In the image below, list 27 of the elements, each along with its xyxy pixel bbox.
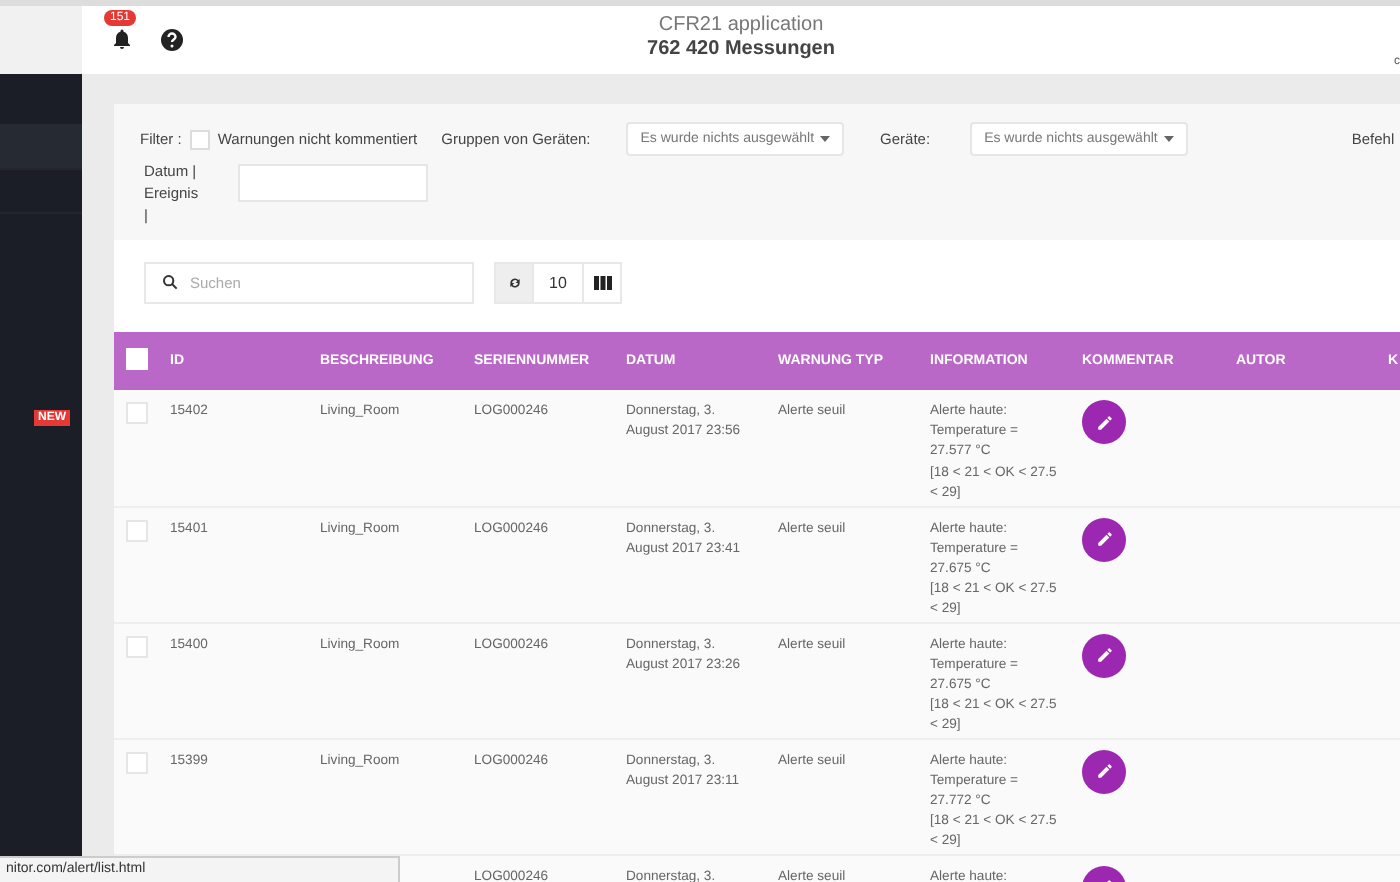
- caret-icon: [1163, 136, 1174, 142]
- edit-comment-button[interactable]: [1082, 633, 1126, 678]
- edit-comment-button[interactable]: [1082, 749, 1126, 794]
- uncommented-checkbox[interactable]: [189, 129, 210, 149]
- row-checkbox[interactable]: [126, 635, 148, 658]
- edit-comment-button[interactable]: [1082, 517, 1126, 561]
- row-checkbox[interactable]: [126, 402, 148, 424]
- edit-comment-button[interactable]: [1082, 400, 1126, 444]
- help-icon[interactable]: [160, 28, 184, 52]
- row-checkbox[interactable]: [126, 751, 148, 774]
- bell-icon[interactable]: [110, 26, 134, 52]
- measurement-count: 762 420 Messungen: [647, 38, 835, 60]
- columns-icon: [593, 276, 611, 290]
- date-field[interactable]: [238, 164, 428, 202]
- pencil-icon: [1095, 530, 1113, 548]
- search-icon: [162, 274, 178, 290]
- pencil-icon: [1095, 762, 1113, 781]
- caret-icon: [820, 136, 831, 142]
- columns-button[interactable]: [582, 262, 622, 304]
- refresh-icon: [507, 276, 521, 290]
- pencil-icon: [1095, 413, 1113, 431]
- select-all-checkbox[interactable]: [126, 348, 148, 370]
- refresh-button[interactable]: [494, 262, 534, 304]
- row-checkbox[interactable]: [126, 519, 148, 541]
- pencil-icon: [1095, 646, 1113, 665]
- page-size-button[interactable]: 10: [532, 262, 584, 304]
- app-title: CFR21 application: [658, 14, 824, 36]
